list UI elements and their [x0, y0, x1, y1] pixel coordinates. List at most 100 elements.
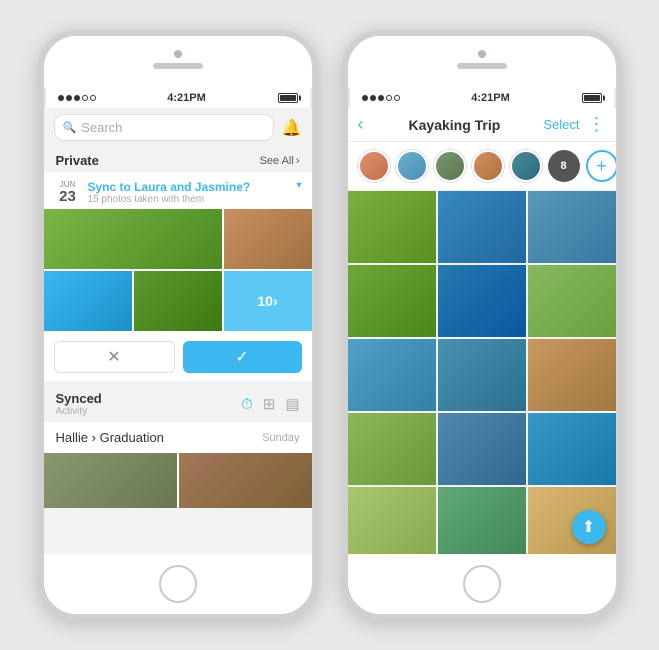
album-row[interactable]: Hallie › Graduation Sunday: [44, 421, 312, 453]
right-status-bar: 4:21PM: [348, 88, 616, 108]
photo-grid-left: 10›: [44, 209, 312, 333]
left-screen: 🔍 Search 🔔 Private See All › JUN 23 Sync…: [44, 108, 312, 554]
reject-icon: ✕: [107, 347, 120, 367]
avatar-4[interactable]: [472, 150, 504, 182]
grid-photo-14[interactable]: [438, 487, 526, 554]
right-screen: ‹ Kayaking Trip Select ⋮ 8 +: [348, 108, 616, 554]
rdot1: [362, 95, 368, 101]
grid-photo-13[interactable]: [348, 487, 436, 554]
rdot4: [386, 95, 392, 101]
dot3: [74, 95, 80, 101]
search-bar[interactable]: 🔍 Search: [54, 114, 274, 141]
private-section-header: Private See All ›: [44, 147, 312, 172]
rdot5: [394, 95, 400, 101]
right-phone-bezel: [348, 36, 616, 88]
right-time: 4:21PM: [471, 92, 510, 104]
back-button[interactable]: ‹: [358, 114, 364, 135]
dot1: [58, 95, 64, 101]
left-status-bar: 4:21PM: [44, 88, 312, 108]
avatar-2[interactable]: [396, 150, 428, 182]
date-badge: JUN 23: [54, 180, 82, 204]
photo-large[interactable]: [44, 209, 222, 269]
right-front-camera: [478, 50, 486, 58]
grid-photo-12[interactable]: [528, 413, 616, 485]
sync-title: Sync to Laura and Jasmine?: [88, 180, 291, 194]
date-day: 23: [59, 189, 76, 204]
more-count: 10: [257, 293, 273, 309]
left-phone-bezel: [44, 36, 312, 88]
photo-more[interactable]: 10›: [224, 271, 312, 331]
left-phone-bottom: [44, 554, 312, 614]
synced-subtitle: Activity: [56, 406, 102, 417]
search-placeholder: Search: [81, 120, 122, 135]
avatar-1[interactable]: [358, 150, 390, 182]
grid-icon[interactable]: ⊞: [263, 395, 276, 413]
grid-photo-2[interactable]: [438, 191, 526, 263]
more-button[interactable]: ⋮: [588, 114, 606, 135]
reject-button[interactable]: ✕: [54, 341, 175, 373]
private-title: Private: [56, 153, 99, 168]
right-battery-fill: [584, 95, 600, 101]
home-button[interactable]: [159, 565, 197, 603]
right-home-button[interactable]: [463, 565, 501, 603]
signal-bars: [58, 95, 96, 101]
dropdown-arrow-icon[interactable]: ▾: [296, 180, 301, 191]
action-buttons: ✕ ✓: [44, 333, 312, 381]
rdot2: [370, 95, 376, 101]
grid-photo-3[interactable]: [528, 191, 616, 263]
dot2: [66, 95, 72, 101]
right-phone: 4:21PM ‹ Kayaking Trip Select ⋮ 8 +: [342, 30, 622, 620]
speaker: [153, 63, 203, 69]
right-battery-icon: [582, 93, 602, 103]
right-battery-area: [582, 93, 602, 103]
right-phone-bottom: [348, 554, 616, 614]
battery-area: [278, 93, 298, 103]
photo-inner-1: [44, 209, 222, 269]
clock-icon[interactable]: ⏱: [241, 396, 253, 413]
avatar-3[interactable]: [434, 150, 466, 182]
bell-icon[interactable]: 🔔: [282, 118, 302, 138]
share-fab-button[interactable]: ⬆: [572, 510, 606, 544]
accept-button[interactable]: ✓: [183, 341, 302, 373]
see-all-button[interactable]: See All ›: [260, 155, 300, 167]
photo-cell-2[interactable]: [44, 271, 132, 331]
grid-photo-8[interactable]: [438, 339, 526, 411]
list-icon[interactable]: ▤: [285, 395, 299, 413]
sync-subtitle: 15 photos taken with them: [88, 194, 291, 205]
synced-icons: ⏱ ⊞ ▤: [241, 395, 299, 413]
photo-grid-right-wrapper: ⬆: [348, 191, 616, 554]
photo-grid-right: [348, 191, 616, 554]
avatar-add-button[interactable]: +: [586, 150, 616, 182]
photo-sm[interactable]: [224, 209, 312, 269]
photo-cell-3[interactable]: [134, 271, 222, 331]
grid-photo-11[interactable]: [438, 413, 526, 485]
avatar-5[interactable]: [510, 150, 542, 182]
avatar-row: 8 +: [348, 142, 616, 191]
right-speaker: [457, 63, 507, 69]
left-time: 4:21PM: [167, 92, 206, 104]
album-thumb-2: [179, 453, 312, 508]
share-icon: ⬆: [582, 517, 595, 537]
synced-header: Synced Activity ⏱ ⊞ ▤: [56, 391, 300, 417]
dot4: [82, 95, 88, 101]
nav-bar: ‹ Kayaking Trip Select ⋮: [348, 108, 616, 142]
grid-photo-10[interactable]: [348, 413, 436, 485]
album-name: Hallie › Graduation: [56, 430, 164, 445]
battery-icon: [278, 93, 298, 103]
select-button[interactable]: Select: [543, 117, 579, 132]
grid-photo-1[interactable]: [348, 191, 436, 263]
grid-photo-5[interactable]: [438, 265, 526, 337]
nav-title: Kayaking Trip: [372, 117, 538, 133]
grid-photo-7[interactable]: [348, 339, 436, 411]
grid-photo-6[interactable]: [528, 265, 616, 337]
grid-photo-4[interactable]: [348, 265, 436, 337]
sync-info: Sync to Laura and Jasmine? 15 photos tak…: [88, 180, 291, 205]
album-date: Sunday: [262, 432, 299, 444]
synced-section: Synced Activity ⏱ ⊞ ▤: [44, 383, 312, 421]
search-icon: 🔍: [63, 121, 77, 134]
grid-photo-9[interactable]: [528, 339, 616, 411]
right-signal-bars: [362, 95, 400, 101]
album-thumbs: [44, 453, 312, 508]
avatar-count[interactable]: 8: [548, 150, 580, 182]
album-thumb-1: [44, 453, 177, 508]
